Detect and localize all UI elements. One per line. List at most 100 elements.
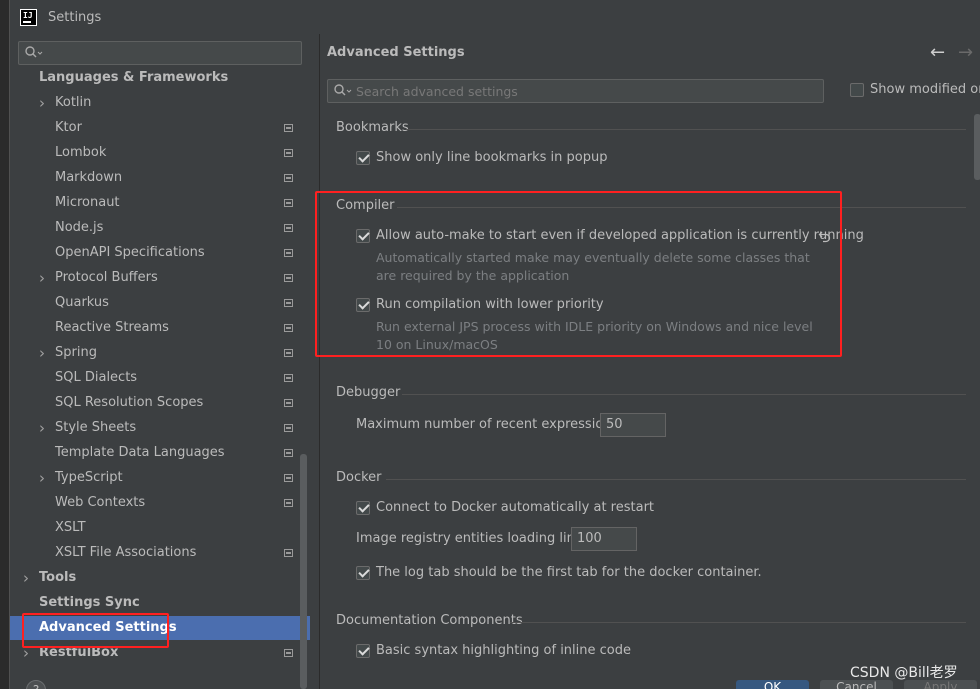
bookmarks-popup-checkbox[interactable] bbox=[356, 151, 370, 165]
section-divider bbox=[406, 129, 966, 130]
sidebar-item-label: Kotlin bbox=[55, 95, 92, 110]
back-arrow-icon[interactable]: ← bbox=[930, 42, 945, 63]
sidebar-item-kotlin[interactable]: › Kotlin bbox=[10, 91, 310, 115]
forward-arrow-icon[interactable]: → bbox=[958, 42, 973, 63]
advanced-search-input[interactable] bbox=[356, 83, 816, 99]
sidebar-search-input[interactable] bbox=[18, 41, 302, 65]
project-level-icon bbox=[284, 424, 293, 432]
project-level-icon bbox=[284, 649, 293, 657]
sidebar-item-label: Node.js bbox=[55, 220, 104, 235]
docker-connect-label: Connect to Docker automatically at resta… bbox=[376, 500, 655, 515]
doc-highlight-checkbox[interactable] bbox=[356, 644, 370, 658]
docker-connect-checkbox[interactable] bbox=[356, 501, 370, 515]
sidebar-item-spring[interactable]: › Spring bbox=[10, 341, 310, 365]
sidebar-item-micronaut[interactable]: Micronaut bbox=[10, 191, 310, 215]
chevron-right-icon[interactable]: › bbox=[39, 471, 49, 486]
registry-limit-input[interactable]: 100 bbox=[571, 527, 637, 551]
sidebar-item-label: SQL Resolution Scopes bbox=[55, 395, 204, 410]
watermark: CSDN @Bill老罗 bbox=[850, 665, 958, 681]
chevron-right-icon[interactable]: › bbox=[39, 421, 49, 436]
bookmarks-popup-label: Show only line bookmarks in popup bbox=[376, 150, 608, 165]
sidebar-item-label: Spring bbox=[55, 345, 97, 360]
chevron-right-icon[interactable]: › bbox=[39, 346, 49, 361]
section-divider bbox=[402, 394, 966, 395]
sidebar-item-reactive-streams[interactable]: Reactive Streams bbox=[10, 316, 310, 340]
registry-limit-label: Image registry entities loading limit: bbox=[356, 531, 593, 546]
sidebar-item-label: Settings Sync bbox=[39, 595, 140, 610]
sidebar-item-xslt-file-associations[interactable]: XSLT File Associations bbox=[10, 541, 310, 565]
project-level-icon bbox=[284, 249, 293, 257]
project-level-icon bbox=[284, 299, 293, 307]
sidebar-item-lombok[interactable]: Lombok bbox=[10, 141, 310, 165]
project-level-icon bbox=[284, 224, 293, 232]
sidebar-item-label: Reactive Streams bbox=[55, 320, 169, 335]
project-level-icon bbox=[284, 274, 293, 282]
project-level-icon bbox=[284, 199, 293, 207]
section-divider bbox=[386, 479, 966, 480]
sidebar-item-typescript[interactable]: › TypeScript bbox=[10, 466, 310, 490]
sidebar-item-label: Languages & Frameworks bbox=[39, 70, 229, 85]
chevron-right-icon[interactable]: › bbox=[23, 571, 33, 586]
settings-sidebar: Languages & Frameworks › Kotlin Ktor Lombok M… bbox=[10, 34, 319, 689]
sidebar-item-label: Ktor bbox=[55, 120, 82, 135]
chevron-right-icon[interactable]: › bbox=[23, 646, 33, 661]
sidebar-item-quarkus[interactable]: Quarkus bbox=[10, 291, 310, 315]
sidebar-item-markdown[interactable]: Markdown bbox=[10, 166, 310, 190]
project-level-icon bbox=[284, 149, 293, 157]
sidebar-item-label: Markdown bbox=[55, 170, 123, 185]
sidebar-item-node-js[interactable]: Node.js bbox=[10, 216, 310, 240]
title-bar: IJ Settings bbox=[10, 0, 980, 34]
project-level-icon bbox=[284, 399, 293, 407]
chevron-right-icon[interactable]: › bbox=[39, 96, 49, 111]
docker-log-tab-label: The log tab should be the first tab for … bbox=[376, 565, 762, 580]
search-icon bbox=[334, 84, 352, 96]
section-debugger-title: Debugger bbox=[336, 385, 401, 400]
section-bookmarks-title: Bookmarks bbox=[336, 120, 409, 135]
docker-log-tab-checkbox[interactable] bbox=[356, 566, 370, 580]
sidebar-item-label: Micronaut bbox=[55, 195, 120, 210]
sidebar-item-tools[interactable]: › Tools bbox=[10, 566, 310, 590]
sidebar-item-settings-sync[interactable]: Settings Sync bbox=[10, 591, 310, 615]
sidebar-item-style-sheets[interactable]: › Style Sheets bbox=[10, 416, 310, 440]
sidebar-item-template-data-languages[interactable]: Template Data Languages bbox=[10, 441, 310, 465]
sidebar-item-label: Template Data Languages bbox=[55, 445, 225, 460]
sidebar-item-sql-resolution-scopes[interactable]: SQL Resolution Scopes bbox=[10, 391, 310, 415]
project-level-icon bbox=[284, 349, 293, 357]
project-level-icon bbox=[284, 174, 293, 182]
project-level-icon bbox=[284, 449, 293, 457]
sidebar-item-label: TypeScript bbox=[55, 470, 123, 485]
sidebar-item-openapi-specifications[interactable]: OpenAPI Specifications bbox=[10, 241, 310, 265]
sidebar-item-label: Tools bbox=[39, 570, 77, 585]
sidebar-item-web-contexts[interactable]: Web Contexts bbox=[10, 491, 310, 515]
page-title: Advanced Settings bbox=[327, 45, 465, 60]
search-icon bbox=[25, 46, 43, 58]
sidebar-item-sql-dialects[interactable]: SQL Dialects bbox=[10, 366, 310, 390]
sidebar-item-protocol-buffers[interactable]: › Protocol Buffers bbox=[10, 266, 310, 290]
sidebar-item-label: Web Contexts bbox=[55, 495, 146, 510]
sidebar-item-label: SQL Dialects bbox=[55, 370, 138, 385]
project-level-icon bbox=[284, 474, 293, 482]
window-title: Settings bbox=[48, 9, 102, 25]
section-doc-components-title: Documentation Components bbox=[336, 613, 523, 628]
show-modified-checkbox[interactable] bbox=[850, 83, 864, 97]
max-expressions-input[interactable]: 50 bbox=[600, 413, 666, 437]
sidebar-scrollbar[interactable] bbox=[300, 454, 307, 689]
advanced-settings-highlight-box bbox=[22, 613, 169, 648]
sidebar-item-languages-frameworks[interactable]: Languages & Frameworks bbox=[10, 66, 310, 90]
project-level-icon bbox=[284, 499, 293, 507]
intellij-logo-icon: IJ bbox=[20, 8, 37, 26]
sidebar-item-label: Style Sheets bbox=[55, 420, 137, 435]
sidebar-item-xslt[interactable]: XSLT bbox=[10, 516, 310, 540]
doc-highlight-label: Basic syntax highlighting of inline code bbox=[376, 643, 631, 658]
project-level-icon bbox=[284, 124, 293, 132]
advanced-settings-panel: Advanced Settings ← → Show modified only… bbox=[320, 34, 980, 689]
ok-button[interactable]: OK bbox=[736, 680, 809, 689]
project-level-icon bbox=[284, 324, 293, 332]
advanced-search-field[interactable] bbox=[327, 79, 824, 103]
show-modified-label: Show modified only bbox=[870, 82, 980, 97]
help-button[interactable]: ? bbox=[26, 680, 46, 689]
content-scrollbar[interactable] bbox=[974, 114, 980, 180]
chevron-right-icon[interactable]: › bbox=[39, 271, 49, 286]
sidebar-item-label: Lombok bbox=[55, 145, 107, 160]
sidebar-item-ktor[interactable]: Ktor bbox=[10, 116, 310, 140]
